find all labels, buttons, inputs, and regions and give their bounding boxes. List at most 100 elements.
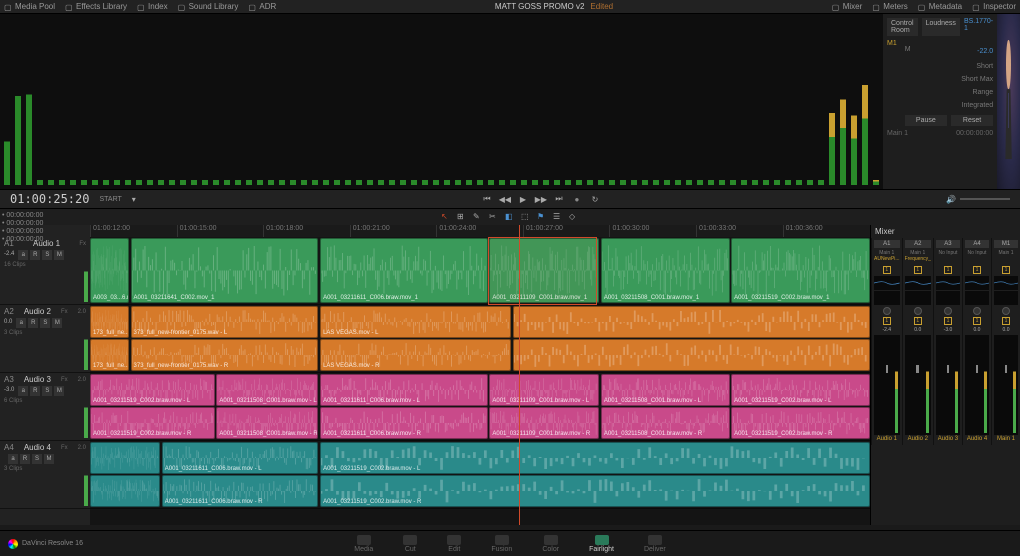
tab-control-room[interactable]: Control Room (887, 18, 918, 36)
eq-graph[interactable] (994, 276, 1018, 290)
forward-button[interactable]: ▶▶ (535, 193, 547, 205)
audio-clip[interactable]: A001_03211641_C002.mov_1 (131, 238, 318, 303)
audio-clip[interactable]: A001_03211109_C001.braw.mov - L (489, 374, 598, 406)
audio-clip[interactable]: A001_03211611_C006.braw.mov - R (162, 475, 318, 507)
track-a1[interactable]: A003_03...6.mov_1A001_03211641_C002.mov_… (90, 237, 870, 305)
page-fusion[interactable]: Fusion (491, 535, 512, 553)
sound-library-button[interactable]: ▢Sound Library (178, 2, 239, 11)
meters-button[interactable]: ▢Meters (872, 2, 907, 11)
effects-button[interactable]: ▢Effects Library (65, 2, 127, 11)
track-a4[interactable]: A001_03211611_C006.braw.mov - LA001_0321… (90, 441, 870, 509)
dynamics-graph[interactable] (965, 291, 989, 305)
main-slot[interactable]: 1 (1002, 317, 1010, 325)
tab-loudness[interactable]: Loudness (922, 18, 960, 36)
automation-tool[interactable]: ◇ (569, 212, 579, 222)
page-cut[interactable]: Cut (403, 535, 417, 553)
next-button[interactable]: ⏭ (553, 193, 565, 205)
pause-button[interactable]: Pause (905, 115, 947, 126)
audio-clip[interactable]: A001_03211508_C001.braw.mov - L (216, 374, 317, 406)
audio-clip[interactable]: A001_03211611_C006.braw.mov_1 (320, 238, 488, 303)
audio-clip[interactable]: A001_03211611_C006.braw.mov - L (320, 374, 488, 406)
audio-clip[interactable]: 173_full_ne... (90, 306, 129, 338)
main-slot[interactable]: 1 (914, 317, 922, 325)
audio-clip[interactable]: 373_full_new-frontier_0175.wav - L (131, 306, 318, 338)
audio-clip[interactable]: A001_03211611_C006.braw.mov - L (162, 442, 318, 474)
page-fairlight[interactable]: Fairlight (589, 535, 614, 553)
fader-handle[interactable] (916, 365, 919, 373)
tracks-area[interactable]: 01:00:12:0001:00:15:0001:00:18:0001:00:2… (90, 225, 870, 525)
audio-clip[interactable] (513, 339, 870, 371)
track-m-button[interactable]: M (54, 250, 64, 260)
flag-tool[interactable]: ⚑ (537, 212, 547, 222)
mixer-button[interactable]: ▢Mixer (832, 2, 863, 11)
audio-clip[interactable] (513, 306, 870, 338)
mixer-strip-m1[interactable]: M1 Main 1 1 1 0.0 Main 1 (991, 238, 1020, 445)
pan-knob[interactable] (944, 307, 952, 315)
audio-clip[interactable]: 373_full_new-frontier_0175.wav - R (131, 339, 318, 371)
audio-clip[interactable]: A001_03211508_C001.braw.mov - R (216, 407, 317, 439)
audio-clip[interactable]: A001_03211508_C001.braw.mov - L (601, 374, 730, 406)
list-tool[interactable]: ☰ (553, 212, 563, 222)
audio-clip[interactable]: A001_03211508_C001.braw.mov - R (601, 407, 730, 439)
playhead[interactable] (519, 225, 520, 525)
audio-clip[interactable]: A003_03...6.mov_1 (90, 238, 129, 303)
fader-area[interactable] (874, 335, 900, 435)
track-a3[interactable]: A001_03211519_C002.braw.mov - LA001_0321… (90, 373, 870, 441)
index-button[interactable]: ▢Index (137, 2, 168, 11)
range-tool[interactable]: ⊞ (457, 212, 467, 222)
dynamics-graph[interactable] (905, 291, 931, 305)
track-a-button[interactable]: a (18, 386, 28, 396)
fader-handle[interactable] (947, 365, 949, 373)
pointer-tool[interactable]: ↖ (441, 212, 451, 222)
audio-clip[interactable]: A001_03211519_C002.braw.mov - R (731, 407, 870, 439)
reset-button[interactable]: Reset (951, 115, 993, 126)
selection-range[interactable] (488, 237, 597, 305)
audio-clip[interactable]: A001_03211519_C002.braw.mov - R (320, 475, 870, 507)
eq-graph[interactable] (936, 276, 960, 290)
mixer-strip-a4[interactable]: A4 No Input 1 1 0.0 Audio 4 (962, 238, 991, 445)
track-m-button[interactable]: M (52, 318, 62, 328)
marker-tool[interactable]: ✎ (473, 212, 483, 222)
metadata-button[interactable]: ▢Metadata (918, 2, 962, 11)
volume-slider[interactable] (960, 198, 1010, 200)
dropdown-icon[interactable]: ▾ (132, 195, 136, 204)
prev-button[interactable]: ⏮ (481, 193, 493, 205)
audio-clip[interactable] (90, 442, 160, 474)
audio-clip[interactable]: A001_03211519_C002.braw.mov - L (320, 442, 870, 474)
inspector-button[interactable]: ▢Inspector (972, 2, 1016, 11)
track-m-button[interactable]: M (44, 454, 54, 464)
mixer-strip-a2[interactable]: A2 Main 1 Frequency_ 1 1 0.0 Audio 2 (902, 238, 933, 445)
fader-area[interactable] (994, 335, 1018, 435)
audio-clip[interactable]: A001_03211508_C001.braw.mov_1 (601, 238, 730, 303)
audio-clip[interactable] (90, 475, 160, 507)
fader-area[interactable] (905, 335, 931, 435)
audio-clip[interactable]: A001_03211519_C002.braw.mov_1 (731, 238, 870, 303)
track-a2[interactable]: 173_full_ne...373_full_new-frontier_0175… (90, 305, 870, 373)
insert-slot[interactable]: 1 (944, 266, 952, 274)
media-pool-button[interactable]: ▢Media Pool (4, 2, 55, 11)
dynamics-graph[interactable] (994, 291, 1018, 305)
speaker-icon[interactable]: 🔊 (946, 195, 956, 204)
play-button[interactable]: ▶ (517, 193, 529, 205)
video-viewer[interactable] (997, 14, 1020, 189)
page-deliver[interactable]: Deliver (644, 535, 666, 553)
loop-button[interactable]: ↻ (589, 193, 601, 205)
pan-knob[interactable] (883, 307, 891, 315)
timeline-ruler[interactable]: 01:00:12:0001:00:15:0001:00:18:0001:00:2… (90, 225, 870, 237)
audio-clip[interactable]: A001_03211519_C002.braw.mov - L (731, 374, 870, 406)
pan-knob[interactable] (1002, 307, 1010, 315)
track-r-button[interactable]: R (20, 454, 30, 464)
page-edit[interactable]: Edit (447, 535, 461, 553)
main-slot[interactable]: 1 (944, 317, 952, 325)
dynamics-graph[interactable] (936, 291, 960, 305)
track-s-button[interactable]: S (32, 454, 42, 464)
track-a-button[interactable]: a (16, 318, 26, 328)
eq-graph[interactable] (905, 276, 931, 290)
page-color[interactable]: Color (542, 535, 559, 553)
record-button[interactable]: ● (571, 193, 583, 205)
track-header-a3[interactable]: A3Audio 3Fx2.0 -3.0aRSM 6 Clips (0, 373, 90, 441)
main-slot[interactable]: 1 (973, 317, 981, 325)
mixer-strip-a3[interactable]: A3 No Input 1 1 -3.0 Audio 3 (933, 238, 962, 445)
track-s-button[interactable]: S (42, 386, 52, 396)
fader-handle[interactable] (976, 365, 978, 373)
